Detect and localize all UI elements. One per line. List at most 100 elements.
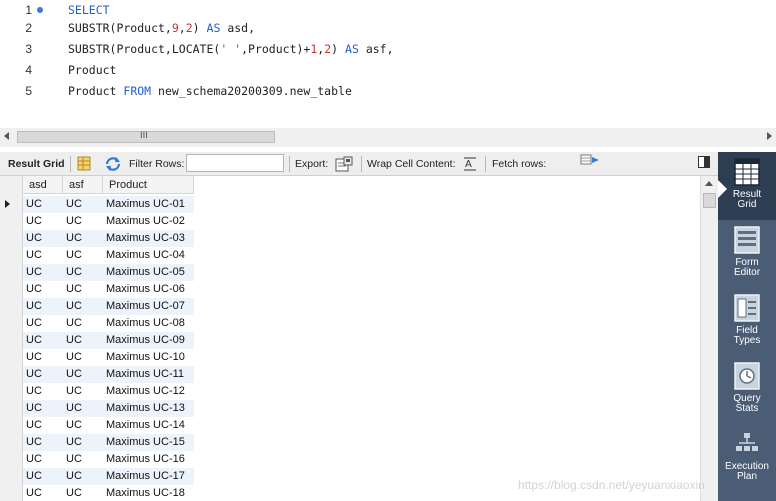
sql-editor[interactable]: 1 SELECT 2 SUBSTR(Product,9,2) AS asd, 3… <box>0 0 776 128</box>
table-cell-asd[interactable]: UC <box>26 332 42 349</box>
table-cell-product[interactable]: Maximus UC-12 <box>106 383 185 400</box>
code-line-5[interactable]: 5 Product FROM new_schema20200309.new_ta… <box>0 81 776 102</box>
table-cell-asd[interactable]: UC <box>26 230 42 247</box>
table-row[interactable]: UC UC Maximus UC-08 <box>23 315 194 332</box>
result-grid-tab[interactable]: Result Grid <box>8 152 65 176</box>
table-row[interactable]: UC UC Maximus UC-05 <box>23 264 194 281</box>
table-cell-asd[interactable]: UC <box>26 349 42 366</box>
table-cell-asf[interactable]: UC <box>66 400 82 417</box>
table-cell-product[interactable]: Maximus UC-04 <box>106 247 185 264</box>
side-button-field-types[interactable]: Field Types <box>718 288 776 356</box>
table-row[interactable]: UC UC Maximus UC-07 <box>23 298 194 315</box>
wrap-cell-content-icon[interactable]: A <box>463 156 477 172</box>
table-cell-asf[interactable]: UC <box>66 264 82 281</box>
table-cell-asf[interactable]: UC <box>66 213 82 230</box>
table-cell-product[interactable]: Maximus UC-06 <box>106 281 185 298</box>
table-cell-asd[interactable]: UC <box>26 468 42 485</box>
table-cell-asd[interactable]: UC <box>26 247 42 264</box>
table-cell-asd[interactable]: UC <box>26 315 42 332</box>
table-row[interactable]: UC UC Maximus UC-17 <box>23 468 194 485</box>
table-cell-product[interactable]: Maximus UC-03 <box>106 230 185 247</box>
column-header-asd[interactable]: asd <box>23 176 63 194</box>
table-row[interactable]: UC UC Maximus UC-06 <box>23 281 194 298</box>
table-cell-asf[interactable]: UC <box>66 230 82 247</box>
column-header-asf[interactable]: asf <box>63 176 103 194</box>
table-cell-product[interactable]: Maximus UC-17 <box>106 468 185 485</box>
table-cell-product[interactable]: Maximus UC-05 <box>106 264 185 281</box>
table-row[interactable]: UC UC Maximus UC-02 <box>23 213 194 230</box>
table-row[interactable]: UC UC Maximus UC-16 <box>23 451 194 468</box>
table-row[interactable]: UC UC Maximus UC-09 <box>23 332 194 349</box>
side-button-execution-plan[interactable]: Execution Plan <box>718 424 776 492</box>
table-row[interactable]: UC UC Maximus UC-14 <box>23 417 194 434</box>
table-cell-asf[interactable]: UC <box>66 417 82 434</box>
table-cell-product[interactable]: Maximus UC-11 <box>106 366 184 383</box>
fetch-rows-icon[interactable] <box>580 153 600 169</box>
code-line-3[interactable]: 3 SUBSTR(Product,LOCATE(' ',Product)+1,2… <box>0 39 776 60</box>
table-cell-asd[interactable]: UC <box>26 281 42 298</box>
table-cell-product[interactable]: Maximus UC-01 <box>106 196 185 213</box>
export-icon[interactable] <box>335 156 353 172</box>
table-row[interactable]: UC UC Maximus UC-15 <box>23 434 194 451</box>
table-cell-asd[interactable]: UC <box>26 213 42 230</box>
table-cell-product[interactable]: Maximus UC-07 <box>106 298 185 315</box>
table-cell-asf[interactable]: UC <box>66 196 82 213</box>
table-cell-asf[interactable]: UC <box>66 451 82 468</box>
scrollbar-thumb[interactable]: III <box>17 131 275 143</box>
scrollbar-thumb[interactable] <box>703 193 716 208</box>
table-cell-asf[interactable]: UC <box>66 366 82 383</box>
table-row[interactable]: UC UC Maximus UC-12 <box>23 383 194 400</box>
table-cell-asd[interactable]: UC <box>26 383 42 400</box>
table-cell-product[interactable]: Maximus UC-10 <box>106 349 185 366</box>
table-cell-asd[interactable]: UC <box>26 196 42 213</box>
editor-horizontal-scrollbar[interactable]: III <box>0 128 776 147</box>
grid-vertical-scrollbar[interactable] <box>700 176 718 501</box>
table-row[interactable]: UC UC Maximus UC-18 <box>23 485 194 501</box>
table-cell-product[interactable]: Maximus UC-09 <box>106 332 185 349</box>
table-row[interactable]: UC UC Maximus UC-10 <box>23 349 194 366</box>
table-cell-asd[interactable]: UC <box>26 417 42 434</box>
table-cell-asd[interactable]: UC <box>26 264 42 281</box>
table-cell-asf[interactable]: UC <box>66 485 82 501</box>
table-cell-product[interactable]: Maximus UC-16 <box>106 451 185 468</box>
table-cell-asd[interactable]: UC <box>26 298 42 315</box>
result-grid[interactable]: asd asf Product UC UC Maximus UC-01 UC UC Max… <box>0 176 700 501</box>
table-cell-product[interactable]: Maximus UC-18 <box>106 485 185 501</box>
table-cell-asf[interactable]: UC <box>66 468 82 485</box>
table-cell-asf[interactable]: UC <box>66 315 82 332</box>
table-cell-asf[interactable]: UC <box>66 349 82 366</box>
scroll-right-arrow-icon[interactable] <box>767 132 772 140</box>
grid-layout-icon[interactable] <box>77 156 91 172</box>
table-row[interactable]: UC UC Maximus UC-01 <box>23 196 194 213</box>
filter-rows-input[interactable] <box>186 154 284 172</box>
table-cell-asf[interactable]: UC <box>66 434 82 451</box>
table-row[interactable]: UC UC Maximus UC-04 <box>23 247 194 264</box>
table-cell-asf[interactable]: UC <box>66 247 82 264</box>
table-cell-asf[interactable]: UC <box>66 298 82 315</box>
table-row[interactable]: UC UC Maximus UC-13 <box>23 400 194 417</box>
code-line-2[interactable]: 2 SUBSTR(Product,9,2) AS asd, <box>0 18 776 39</box>
table-row[interactable]: UC UC Maximus UC-03 <box>23 230 194 247</box>
scroll-left-arrow-icon[interactable] <box>4 132 9 140</box>
table-cell-product[interactable]: Maximus UC-15 <box>106 434 185 451</box>
table-cell-asf[interactable]: UC <box>66 332 82 349</box>
side-button-form-editor[interactable]: Form Editor <box>718 220 776 288</box>
side-button-query-stats[interactable]: Query Stats <box>718 356 776 424</box>
table-cell-product[interactable]: Maximus UC-13 <box>106 400 185 417</box>
table-row[interactable]: UC UC Maximus UC-11 <box>23 366 194 383</box>
table-cell-asd[interactable]: UC <box>26 451 42 468</box>
scroll-up-arrow-icon[interactable] <box>705 181 713 186</box>
column-header-product[interactable]: Product <box>103 176 194 194</box>
table-cell-asd[interactable]: UC <box>26 366 42 383</box>
table-cell-asd[interactable]: UC <box>26 434 42 451</box>
code-line-4[interactable]: 4 Product <box>0 60 776 81</box>
table-cell-product[interactable]: Maximus UC-08 <box>106 315 185 332</box>
table-cell-asf[interactable]: UC <box>66 383 82 400</box>
refresh-icon[interactable] <box>104 156 122 172</box>
toggle-side-panel-icon[interactable] <box>698 156 710 168</box>
table-cell-product[interactable]: Maximus UC-14 <box>106 417 185 434</box>
table-cell-product[interactable]: Maximus UC-02 <box>106 213 185 230</box>
table-cell-asd[interactable]: UC <box>26 400 42 417</box>
table-cell-asf[interactable]: UC <box>66 281 82 298</box>
table-cell-asd[interactable]: UC <box>26 485 42 501</box>
